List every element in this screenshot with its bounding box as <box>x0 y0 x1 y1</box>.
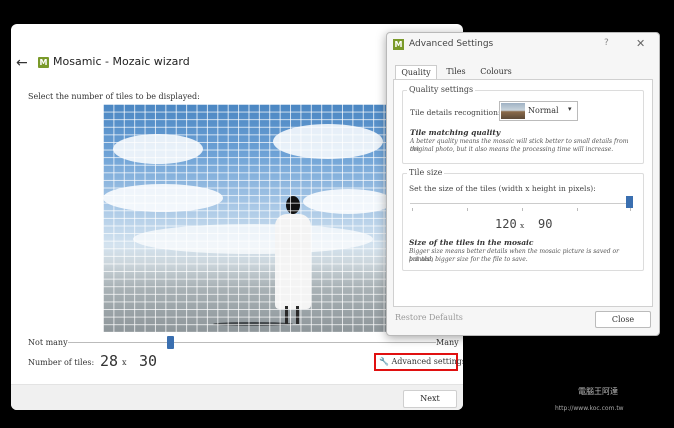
matching-heading: Tile matching quality <box>410 128 501 137</box>
tile-count-slider-thumb[interactable] <box>167 336 174 349</box>
watermark-logo: 電腦王阿達 <box>578 387 618 396</box>
slider-tick <box>412 208 413 211</box>
tile-size-slider-track[interactable] <box>410 203 632 204</box>
next-button[interactable]: Next <box>403 390 457 408</box>
mosamic-logo-icon: M <box>38 57 49 68</box>
tile-grid-overlay <box>103 104 395 332</box>
advanced-settings-button[interactable]: 🔧 Advanced settings <box>374 353 463 371</box>
slider-tick <box>467 208 468 211</box>
tile-size-slider-thumb[interactable] <box>626 196 633 208</box>
close-icon[interactable]: ✕ <box>636 37 645 50</box>
quality-settings-title: Quality settings <box>407 85 476 94</box>
slider-max-label: Many <box>436 338 459 347</box>
help-icon[interactable]: ? <box>604 38 609 48</box>
tile-height-value: 90 <box>538 217 553 231</box>
restore-defaults-button[interactable]: Restore Defaults <box>395 313 463 322</box>
tiles-y-value: 30 <box>139 352 158 370</box>
size-heading: Size of the tiles in the mosaic <box>409 238 534 247</box>
watermark-url: http://www.koc.com.tw <box>555 405 624 412</box>
tiles-separator: x <box>122 358 127 367</box>
tab-tiles[interactable]: Tiles <box>441 65 471 79</box>
matching-desc-2: original photo, but it also means the pr… <box>410 146 614 153</box>
tab-colours[interactable]: Colours <box>477 65 515 79</box>
tab-quality[interactable]: Quality <box>395 65 437 80</box>
advanced-settings-label: Advanced settings <box>391 357 463 366</box>
dialog-title: Advanced Settings <box>409 39 494 49</box>
slider-min-label: Not many <box>28 338 68 347</box>
mosaic-preview-image <box>103 104 395 332</box>
tile-count-prompt: Select the number of tiles to be display… <box>28 92 200 101</box>
back-arrow-icon[interactable]: ← <box>16 55 28 71</box>
tile-size-label: Set the size of the tiles (width x heigh… <box>409 184 596 193</box>
mosamic-logo-icon: M <box>393 39 404 50</box>
wizard-title: Mosamic - Mozaic wizard <box>53 55 190 68</box>
slider-tick <box>630 208 631 211</box>
preview-thumbnail <box>501 103 525 119</box>
tile-count-slider-track[interactable] <box>68 342 436 343</box>
tile-size-title: Tile size <box>407 168 445 177</box>
close-button[interactable]: Close <box>595 311 651 328</box>
tiles-x-value: 28 <box>100 352 119 370</box>
size-desc-2: but also bigger size for the file to sav… <box>409 256 528 263</box>
chevron-down-icon: ▾ <box>568 105 572 113</box>
recognition-select[interactable]: Normal ▾ <box>499 101 578 121</box>
slider-tick <box>522 208 523 211</box>
tiles-count-label: Number of tiles: <box>28 358 95 367</box>
tile-size-separator: x <box>520 221 525 230</box>
recognition-label: Tile details recognition: <box>410 108 501 117</box>
wrench-icon: 🔧 <box>379 357 389 366</box>
recognition-value: Normal <box>528 106 559 115</box>
tile-width-value: 120 <box>495 217 517 231</box>
wizard-footer: Next <box>11 384 463 410</box>
slider-tick <box>577 208 578 211</box>
